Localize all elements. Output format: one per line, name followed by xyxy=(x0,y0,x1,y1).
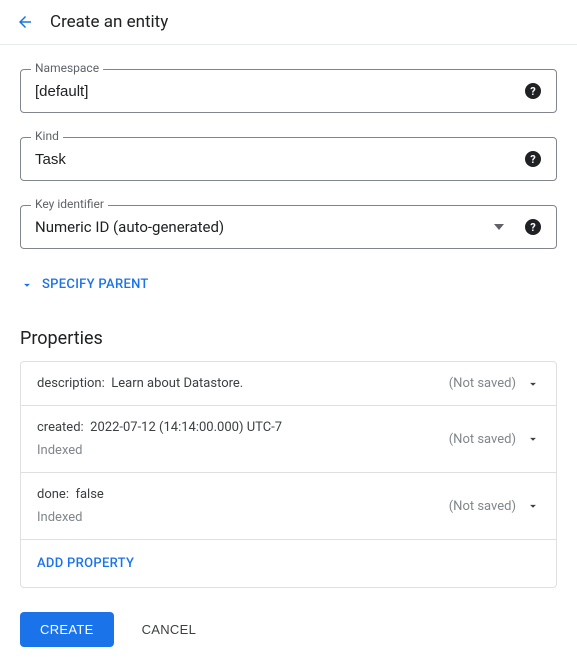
indexed-label: Indexed xyxy=(37,443,449,458)
property-summary: created: 2022-07-12 (14:14:00.000) UTC-7 xyxy=(37,420,449,435)
kind-input[interactable] xyxy=(35,151,516,168)
action-bar: CREATE CANCEL xyxy=(20,612,557,647)
kind-label: Kind xyxy=(31,129,63,143)
help-icon[interactable]: ? xyxy=(524,150,542,168)
cancel-button[interactable]: CANCEL xyxy=(142,622,197,637)
property-summary: description: Learn about Datastore. xyxy=(37,376,449,391)
chevron-down-icon[interactable] xyxy=(526,499,540,513)
not-saved-badge: (Not saved) xyxy=(449,376,516,391)
page-header: Create an entity xyxy=(0,0,577,45)
chevron-down-icon[interactable] xyxy=(526,432,540,446)
key-identifier-field[interactable]: Key identifier Numeric ID (auto-generate… xyxy=(20,205,557,249)
content-area: Namespace ? Kind ? Key identifier Numeri… xyxy=(0,69,577,667)
namespace-input[interactable] xyxy=(35,83,516,100)
key-identifier-label: Key identifier xyxy=(31,197,108,211)
namespace-field[interactable]: Namespace ? xyxy=(20,69,557,113)
specify-parent-label: SPECIFY PARENT xyxy=(42,277,149,292)
create-button[interactable]: CREATE xyxy=(20,612,114,647)
caret-down-icon xyxy=(494,222,504,232)
properties-list: description: Learn about Datastore. (Not… xyxy=(20,361,557,588)
not-saved-badge: (Not saved) xyxy=(449,432,516,447)
back-arrow-icon[interactable] xyxy=(16,13,34,31)
help-icon[interactable]: ? xyxy=(524,82,542,100)
properties-heading: Properties xyxy=(20,328,557,349)
page-title: Create an entity xyxy=(50,12,168,32)
property-row[interactable]: created: 2022-07-12 (14:14:00.000) UTC-7… xyxy=(21,406,556,473)
kind-field[interactable]: Kind ? xyxy=(20,137,557,181)
add-property-button[interactable]: ADD PROPERTY xyxy=(21,540,556,587)
specify-parent-toggle[interactable]: SPECIFY PARENT xyxy=(20,277,557,292)
chevron-down-icon[interactable] xyxy=(526,377,540,391)
key-identifier-value: Numeric ID (auto-generated) xyxy=(35,218,494,236)
help-icon[interactable]: ? xyxy=(524,218,542,236)
chevron-down-icon xyxy=(20,278,34,292)
not-saved-badge: (Not saved) xyxy=(449,499,516,514)
property-row[interactable]: done: false Indexed (Not saved) xyxy=(21,473,556,540)
property-summary: done: false xyxy=(37,487,449,502)
property-row[interactable]: description: Learn about Datastore. (Not… xyxy=(21,362,556,406)
indexed-label: Indexed xyxy=(37,510,449,525)
namespace-label: Namespace xyxy=(31,61,103,75)
